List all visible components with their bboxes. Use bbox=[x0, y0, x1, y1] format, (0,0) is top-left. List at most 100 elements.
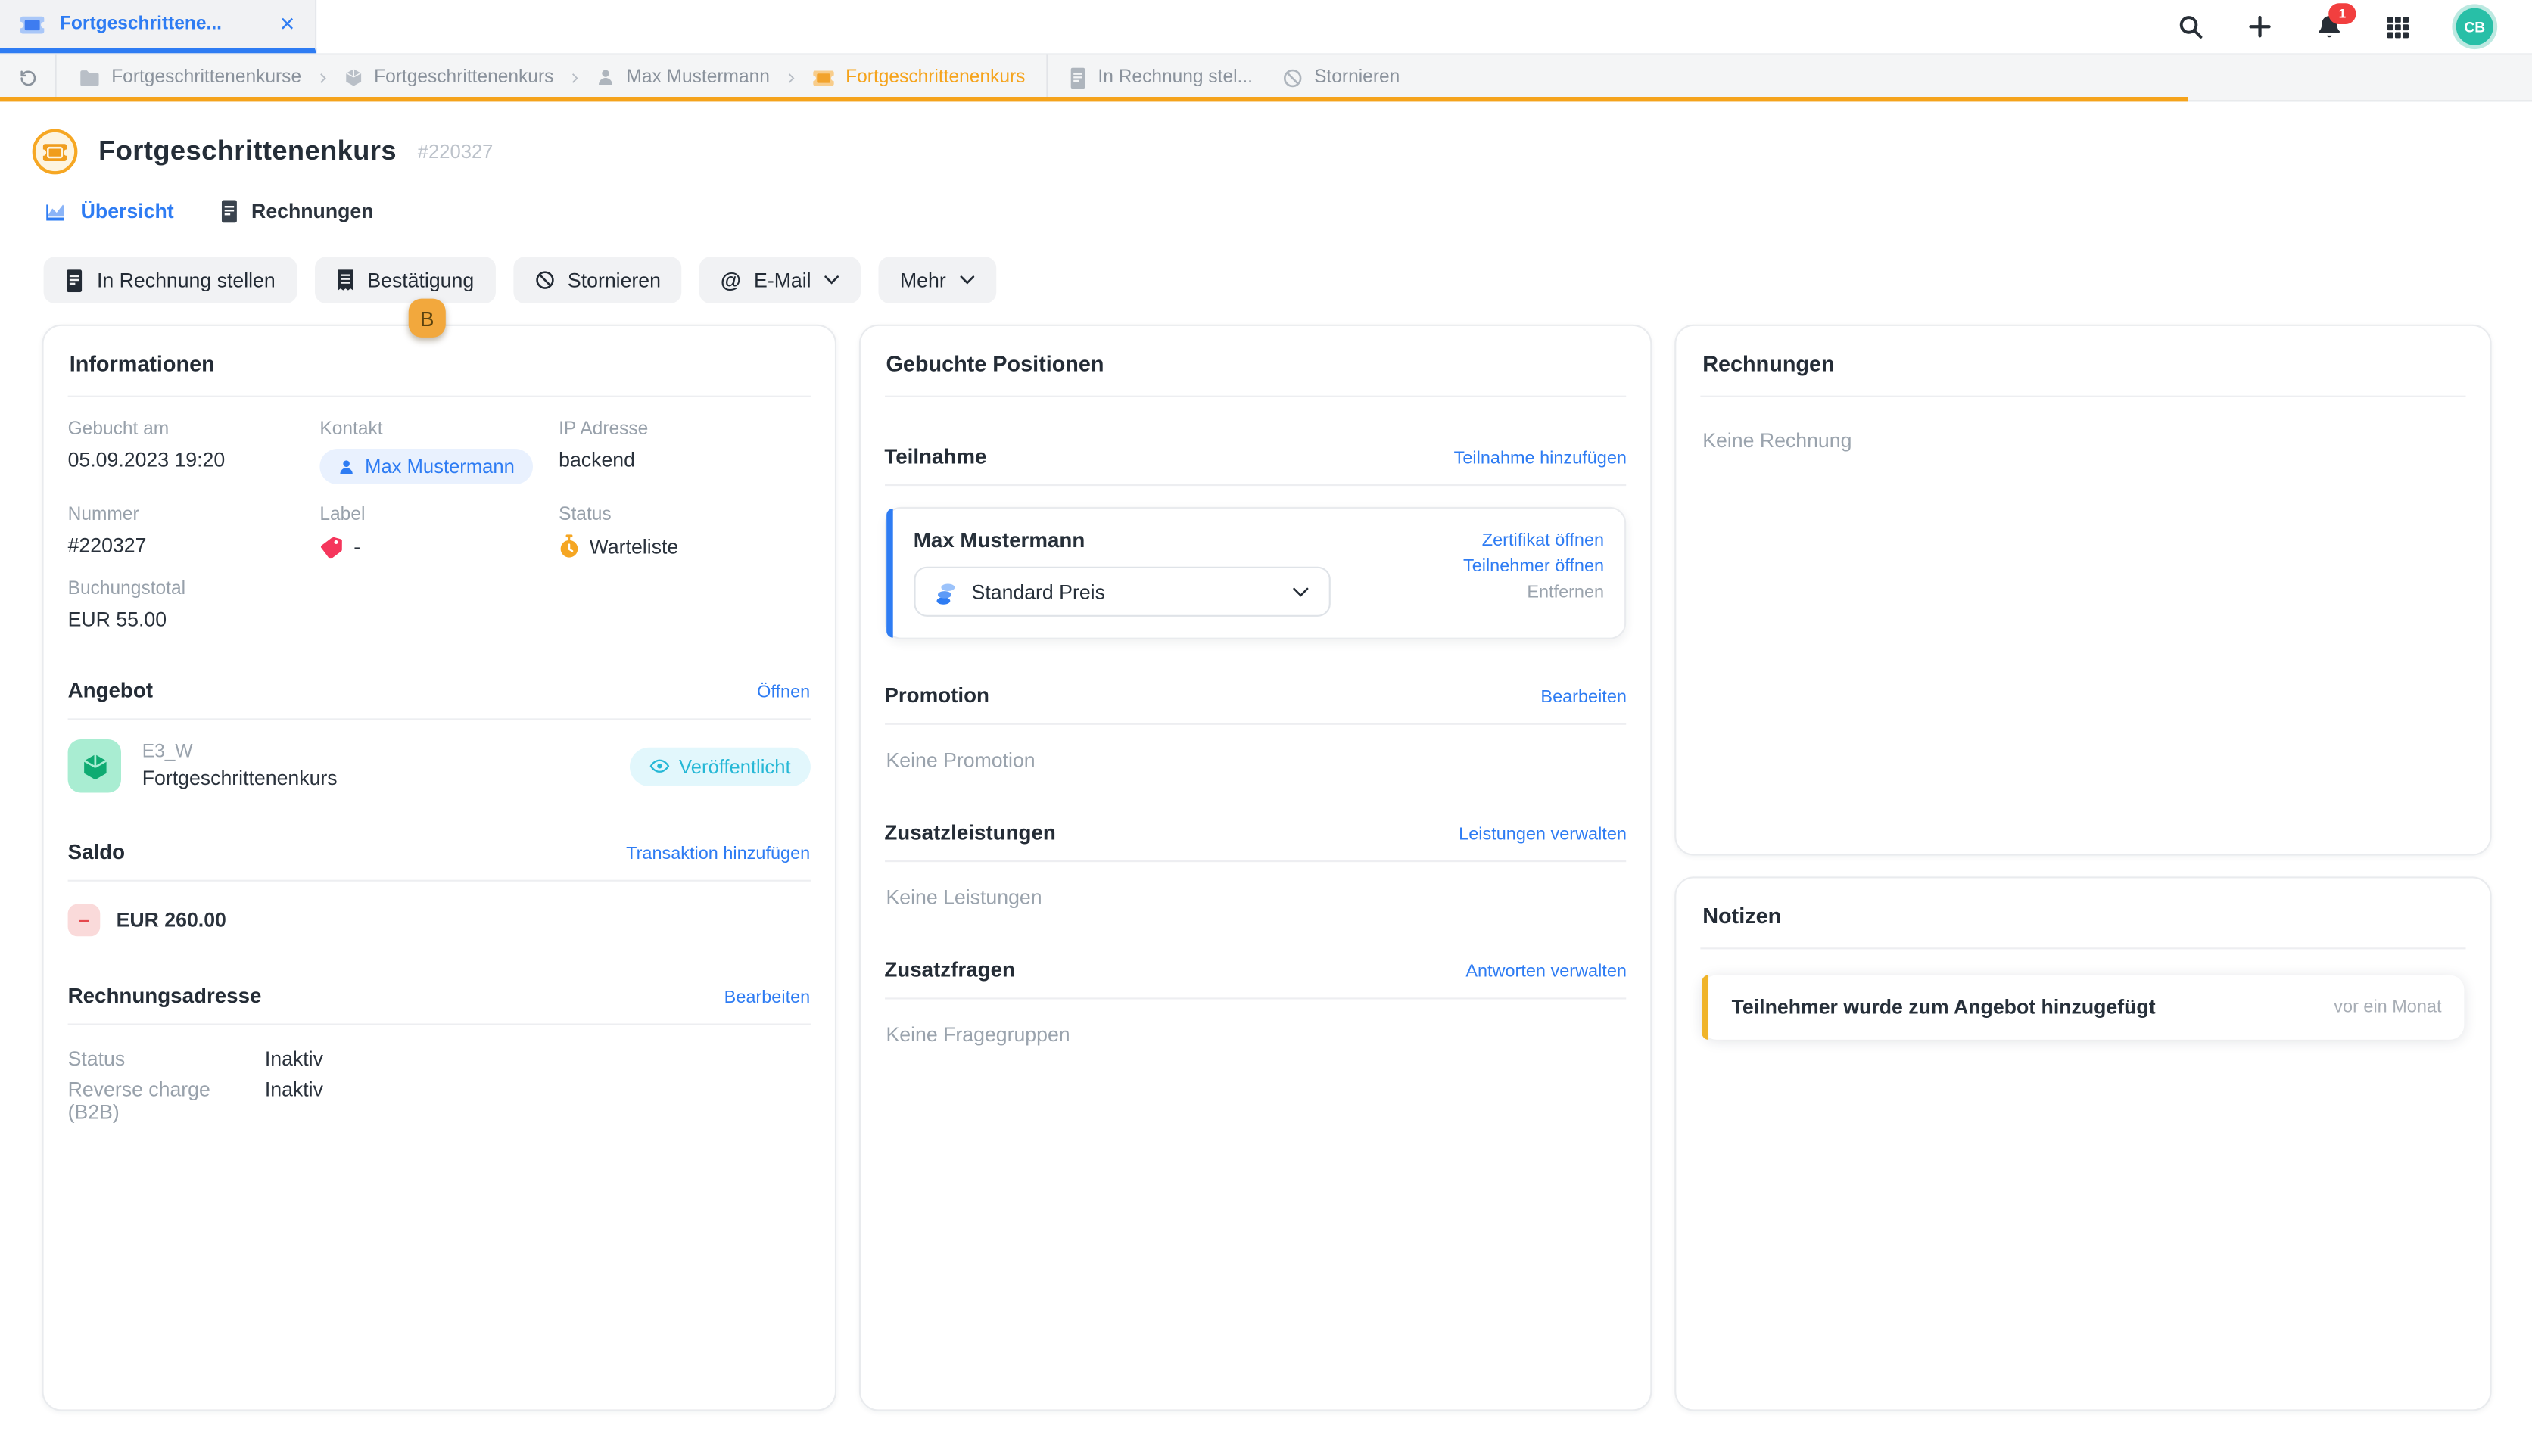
teilnahme-hinzufuegen-link[interactable]: Teilnahme hinzufügen bbox=[1454, 449, 1627, 468]
zusatzleistungen-empty-text: Keine Leistungen bbox=[886, 886, 1624, 909]
add-icon[interactable] bbox=[2246, 13, 2273, 40]
published-badge: Veröffentlicht bbox=[629, 747, 810, 786]
receipt-icon bbox=[335, 269, 355, 291]
field-buchungstotal: Buchungstotal EUR 55.00 bbox=[68, 580, 811, 631]
field-gebucht-am: Gebucht am 05.09.2023 19:20 bbox=[68, 420, 320, 484]
rechnungen-empty-text: Keine Rechnung bbox=[1702, 429, 2464, 452]
note-text: Teilnehmer wurde zum Angebot hinzugefügt bbox=[1732, 996, 2156, 1019]
entfernen-link[interactable]: Entfernen bbox=[1527, 583, 1604, 602]
coins-icon bbox=[934, 579, 957, 605]
offer-item[interactable]: E3_W Fortgeschrittenenkurs Veröffentlich… bbox=[68, 739, 811, 792]
right-column: Rechnungen Keine Rechnung Notizen Teilne… bbox=[1675, 325, 2492, 1411]
close-icon[interactable]: ✕ bbox=[279, 14, 295, 34]
eye-icon bbox=[649, 758, 670, 775]
chevron-down-icon bbox=[959, 275, 975, 286]
breadcrumb-item-max-mustermann[interactable]: Max Mustermann bbox=[581, 68, 784, 88]
ticket-icon bbox=[20, 14, 45, 35]
promotion-empty-text: Keine Promotion bbox=[886, 749, 1624, 772]
transaktion-hinzufuegen-link[interactable]: Transaktion hinzufügen bbox=[626, 845, 810, 864]
participant-card: Max Mustermann Standard Preis Zertifikat… bbox=[884, 507, 1627, 639]
offer-code: E3_W bbox=[142, 742, 338, 762]
at-sign-icon: @ bbox=[721, 268, 741, 292]
divider bbox=[884, 723, 1627, 725]
stopwatch-icon bbox=[559, 534, 580, 558]
bestaetigung-button[interactable]: Bestätigung bbox=[314, 257, 495, 303]
email-button[interactable]: @ E-Mail bbox=[699, 257, 861, 303]
informationen-card: Informationen Gebucht am 05.09.2023 19:2… bbox=[42, 325, 836, 1411]
loading-progress-bar bbox=[0, 97, 2188, 101]
divider bbox=[884, 396, 1627, 397]
breadcrumb: Fortgeschrittenenkurse Fortgeschrittenen… bbox=[0, 53, 2532, 101]
antworten-verwalten-link[interactable]: Antworten verwalten bbox=[1465, 962, 1627, 982]
zusatzfragen-section-header: Zusatzfragen Antworten verwalten bbox=[883, 957, 1628, 997]
tab-uebersicht[interactable]: Übersicht bbox=[44, 201, 174, 223]
saldo-amount: EUR 260.00 bbox=[117, 909, 226, 932]
history-icon[interactable] bbox=[0, 55, 57, 101]
page-header: Fortgeschrittenenkurs #220327 bbox=[33, 129, 2532, 175]
promotion-bearbeiten-link[interactable]: Bearbeiten bbox=[1540, 688, 1627, 708]
apps-grid-icon[interactable] bbox=[2385, 14, 2411, 39]
search-icon[interactable] bbox=[2177, 13, 2204, 40]
contact-chip[interactable]: Max Mustermann bbox=[319, 449, 532, 484]
field-label: Label - bbox=[319, 506, 559, 558]
browser-tab[interactable]: Fortgeschrittene... ✕ bbox=[0, 0, 316, 53]
angebot-oeffnen-link[interactable]: Öffnen bbox=[757, 683, 810, 702]
divider bbox=[1701, 396, 2465, 397]
card-title: Notizen bbox=[1699, 898, 2468, 947]
teilnehmer-oeffnen-link[interactable]: Teilnehmer öffnen bbox=[1463, 557, 1604, 577]
chevron-right-icon bbox=[784, 70, 797, 85]
divider bbox=[1046, 55, 1048, 101]
notizen-card: Notizen Teilnehmer wurde zum Angebot hin… bbox=[1675, 876, 2492, 1411]
offer-name: Fortgeschrittenenkurs bbox=[142, 767, 338, 789]
breadcrumb-item-current[interactable]: Fortgeschrittenenkurs bbox=[797, 68, 1039, 88]
divider bbox=[68, 1024, 811, 1025]
tab-title: Fortgeschrittene... bbox=[60, 14, 265, 34]
zertifikat-oeffnen-link[interactable]: Zertifikat öffnen bbox=[1482, 531, 1604, 551]
note-item[interactable]: Teilnehmer wurde zum Angebot hinzugefügt… bbox=[1702, 975, 2464, 1040]
card-title: Informationen bbox=[66, 346, 811, 396]
stornieren-button[interactable]: Stornieren bbox=[512, 257, 681, 303]
price-select[interactable]: Standard Preis bbox=[914, 567, 1330, 617]
chevron-right-icon bbox=[316, 70, 329, 85]
field-kontakt: Kontakt Max Mustermann bbox=[319, 420, 559, 484]
in-rechnung-stellen-button[interactable]: In Rechnung stellen bbox=[44, 257, 297, 303]
field-ip-adresse: IP Adresse backend bbox=[559, 420, 810, 484]
chevron-down-icon bbox=[1291, 585, 1309, 598]
note-timestamp: vor ein Monat bbox=[2334, 997, 2441, 1017]
invoice-document-icon bbox=[219, 201, 238, 223]
tag-icon bbox=[319, 534, 344, 558]
chevron-down-icon bbox=[824, 275, 840, 286]
card-title: Rechnungen bbox=[1699, 346, 2468, 396]
quick-action-in-rechnung-stellen[interactable]: In Rechnung stel... bbox=[1054, 67, 1267, 89]
address-rows: Status Inaktiv Reverse charge (B2B) Inak… bbox=[68, 1048, 811, 1124]
divider bbox=[884, 860, 1627, 862]
notifications-bell-icon[interactable]: 1 bbox=[2316, 12, 2343, 41]
divider bbox=[884, 484, 1627, 486]
toolbar: In Rechnung stellen Bestätigung Stornier… bbox=[44, 257, 2532, 303]
keyboard-shortcut-hint: B bbox=[409, 299, 446, 338]
topbar: Fortgeschrittene... ✕ 1 CB bbox=[0, 0, 2532, 53]
breadcrumb-item-fortgeschrittenenkurse[interactable]: Fortgeschrittenenkurse bbox=[57, 68, 316, 88]
address-row-reverse-charge: Reverse charge (B2B) Inaktiv bbox=[68, 1078, 811, 1124]
rechnungsadresse-bearbeiten-link[interactable]: Bearbeiten bbox=[724, 988, 811, 1008]
cancel-circle-icon bbox=[1282, 67, 1303, 89]
tab-rechnungen[interactable]: Rechnungen bbox=[219, 201, 373, 223]
area-chart-icon bbox=[44, 201, 68, 222]
cancel-circle-icon bbox=[534, 269, 555, 291]
page-tabs: Übersicht Rechnungen bbox=[44, 201, 2532, 223]
avatar[interactable]: CB bbox=[2456, 8, 2493, 45]
booking-number: #220327 bbox=[418, 141, 494, 163]
divider bbox=[68, 718, 811, 720]
info-grid: Gebucht am 05.09.2023 19:20 Kontakt Max … bbox=[68, 420, 811, 631]
breadcrumb-item-fortgeschrittenenkurs[interactable]: Fortgeschrittenenkurs bbox=[329, 68, 568, 88]
card-title: Gebuchte Positionen bbox=[883, 346, 1628, 396]
gebuchte-positionen-card: Gebuchte Positionen Teilnahme Teilnahme … bbox=[858, 325, 1652, 1411]
quick-action-stornieren[interactable]: Stornieren bbox=[1267, 67, 1414, 89]
angebot-section-header: Angebot Öffnen bbox=[66, 678, 811, 718]
ticket-icon bbox=[811, 69, 834, 86]
mehr-button[interactable]: Mehr bbox=[879, 257, 996, 303]
divider bbox=[1701, 947, 2465, 949]
leistungen-verwalten-link[interactable]: Leistungen verwalten bbox=[1459, 825, 1627, 845]
notification-count-badge: 1 bbox=[2328, 2, 2356, 23]
divider bbox=[68, 396, 811, 397]
